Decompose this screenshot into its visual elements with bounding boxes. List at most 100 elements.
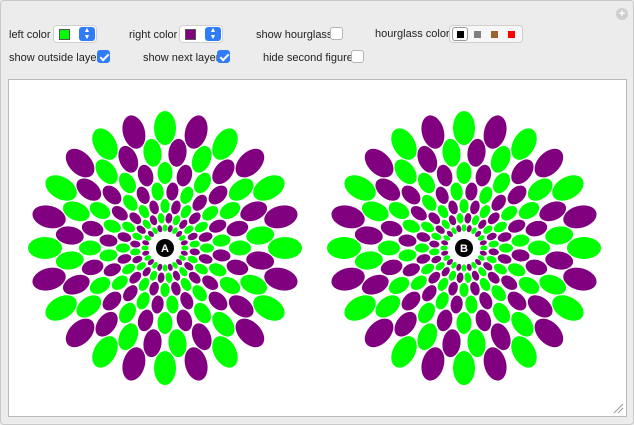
petal-ellipse [81,220,104,237]
petal-ellipse [527,178,553,201]
petal-ellipse [189,248,200,256]
petal-ellipse [465,295,478,314]
petal-ellipse [429,248,440,256]
petal-ellipse [117,254,132,264]
petal-ellipse [456,312,472,334]
petal-ellipse [116,243,130,253]
illusion-figures: A B [28,111,601,385]
petal-ellipse [528,240,550,256]
figure-panel: A B [8,79,627,417]
petal-ellipse [157,162,173,184]
center-label: A [161,243,169,255]
right-color-label: right color [129,29,178,41]
petal-ellipse [398,249,417,262]
show-next-layer-checkbox[interactable] [217,50,230,63]
petal-ellipse [268,237,302,259]
petal-ellipse [475,164,492,187]
petal-ellipse [253,295,285,321]
petal-ellipse [416,232,431,242]
petal-ellipse [511,159,534,185]
petal-ellipse [475,309,492,332]
petal-ellipse [398,234,417,247]
petal-ellipse [228,178,254,201]
petal-ellipse [511,234,530,247]
petal-ellipse [525,259,548,276]
petal-ellipse [176,164,193,187]
petal-ellipse [552,295,584,321]
petal-ellipse [470,281,480,296]
petal-ellipse [154,111,176,145]
petal-ellipse [95,311,118,337]
petal-ellipse [45,175,77,201]
petal-ellipse [567,237,601,259]
petal-ellipse [380,220,403,237]
petal-ellipse [497,232,512,242]
hide-second-figure-label: hide second figure [263,52,353,64]
petal-ellipse [456,272,464,283]
petal-ellipse [226,220,249,237]
petal-ellipse [364,318,394,348]
right-color-picker[interactable]: ▲ ▼ [179,25,223,43]
plus-circle-icon[interactable]: + [616,8,628,20]
petal-ellipse [453,111,475,145]
hourglass-color-option[interactable] [486,27,502,41]
petal-ellipse [448,200,458,215]
show-hourglass-checkbox[interactable] [330,27,343,40]
petal-ellipse [497,254,512,264]
petal-ellipse [253,175,285,201]
petal-ellipse [171,281,181,296]
petal-ellipse [375,178,401,201]
petal-ellipse [198,232,213,242]
petal-ellipse [511,336,537,368]
left-color-picker[interactable]: ▲ ▼ [53,25,97,43]
petal-ellipse [511,311,534,337]
petal-ellipse [391,128,417,160]
resize-grip-icon[interactable] [612,402,624,414]
show-outside-layer-label: show outside layer [9,52,101,64]
petal-ellipse [198,254,213,264]
petal-ellipse [157,312,173,334]
petal-ellipse [95,159,118,185]
petal-ellipse [459,283,469,297]
petal-ellipse [137,164,154,187]
petal-ellipse [189,240,200,248]
petal-ellipse [228,295,254,318]
petal-ellipse [65,318,95,348]
petal-ellipse [157,272,165,283]
petal-ellipse [154,351,176,385]
hourglass-color-selector[interactable] [449,25,523,43]
petal-ellipse [92,128,118,160]
petal-ellipse [212,128,238,160]
petal-ellipse [157,213,165,224]
petal-ellipse [525,220,548,237]
hourglass-color-option[interactable] [469,27,485,41]
petal-ellipse [394,159,417,185]
petal-ellipse [162,264,168,272]
petal-ellipse [394,311,417,337]
petal-ellipse [165,272,173,283]
petal-ellipse [226,259,249,276]
petal-ellipse [465,182,478,201]
petal-ellipse [527,295,553,318]
petal-ellipse [151,182,164,201]
petal-ellipse [344,175,376,201]
petal-ellipse [212,249,231,262]
hourglass-color-option[interactable] [452,27,468,41]
petal-ellipse [160,283,170,297]
petal-ellipse [461,224,467,232]
petal-ellipse [488,240,499,248]
up-down-arrows-icon[interactable]: ▲ ▼ [79,27,95,41]
show-outside-layer-checkbox[interactable] [97,50,110,63]
petal-ellipse [212,159,235,185]
petal-ellipse [149,281,159,296]
petal-ellipse [99,234,118,247]
hide-second-figure-checkbox[interactable] [351,50,364,63]
petal-ellipse [45,295,77,321]
left-color-label: left color [9,29,51,41]
up-down-arrows-icon[interactable]: ▲ ▼ [205,27,221,41]
petal-ellipse [166,295,179,314]
petal-ellipse [166,182,179,201]
petal-ellipse [141,245,149,251]
hourglass-color-option[interactable] [503,27,519,41]
color-square [507,30,515,38]
